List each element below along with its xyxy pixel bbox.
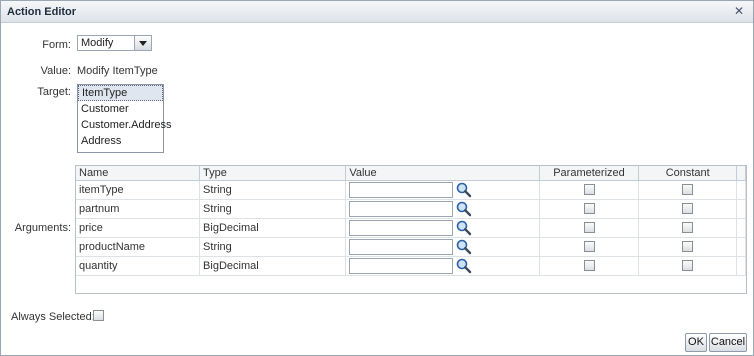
always-selected-label: Always Selected: — [11, 311, 95, 323]
arg-type: String — [199, 199, 347, 219]
target-option[interactable]: Customer.Address — [78, 117, 171, 133]
arg-name: quantity — [76, 256, 201, 276]
arg-name: itemType — [76, 180, 201, 200]
arg-type: BigDecimal — [199, 218, 347, 238]
form-select[interactable]: Modify — [77, 35, 152, 51]
arg-name: price — [76, 218, 201, 238]
constant-checkbox[interactable] — [682, 203, 694, 215]
table-row: quantity BigDecimal — [76, 256, 746, 276]
column-header-constant: Constant — [638, 166, 737, 181]
parameterized-checkbox[interactable] — [583, 222, 595, 234]
arg-value-input[interactable] — [349, 181, 454, 198]
arg-type: String — [199, 237, 347, 257]
dialog-titlebar[interactable]: Action Editor ✕ — [1, 1, 753, 23]
close-icon[interactable]: ✕ — [733, 5, 745, 17]
always-selected-checkbox[interactable] — [93, 310, 104, 321]
column-header-name: Name — [76, 166, 201, 181]
action-editor-dialog: Action Editor ✕ Form: Modify Value: Modi… — [0, 0, 754, 356]
constant-checkbox[interactable] — [682, 222, 694, 234]
arg-value-input[interactable] — [349, 257, 454, 274]
value-label: Value: — [40, 65, 71, 77]
column-header-type: Type — [199, 166, 347, 181]
table-row: productName String — [76, 237, 746, 257]
ok-button[interactable]: OK — [685, 333, 707, 352]
constant-checkbox[interactable] — [682, 184, 694, 196]
constant-checkbox[interactable] — [682, 241, 694, 253]
target-label: Target: — [37, 86, 71, 98]
arguments-label: Arguments: — [14, 222, 71, 234]
table-row: partnum String — [76, 199, 746, 219]
search-icon[interactable] — [455, 239, 473, 255]
arg-type: String — [199, 180, 347, 200]
column-header-value: Value — [345, 166, 540, 181]
parameterized-checkbox[interactable] — [583, 203, 595, 215]
arg-name: partnum — [76, 199, 201, 219]
parameterized-checkbox[interactable] — [583, 184, 595, 196]
arg-value-input[interactable] — [349, 238, 454, 255]
arg-value-input[interactable] — [349, 219, 454, 236]
search-icon[interactable] — [455, 220, 473, 236]
form-select-value: Modify — [81, 37, 114, 49]
arg-name: productName — [76, 237, 201, 257]
target-listbox[interactable]: ItemType Customer Customer.Address Addre… — [77, 84, 171, 153]
search-icon[interactable] — [455, 201, 473, 217]
parameterized-checkbox[interactable] — [583, 260, 595, 272]
target-option[interactable]: Address — [78, 133, 163, 149]
arg-value-input[interactable] — [349, 200, 454, 217]
arguments-table: Name Type Value Parameterized Constant i… — [75, 165, 747, 294]
target-option[interactable]: Customer — [78, 101, 163, 117]
cancel-button[interactable]: Cancel — [709, 333, 747, 352]
table-row: itemType String — [76, 180, 746, 200]
table-row: price BigDecimal — [76, 218, 746, 238]
parameterized-checkbox[interactable] — [583, 241, 595, 253]
value-text: Modify ItemType — [77, 65, 158, 77]
dialog-title: Action Editor — [7, 6, 77, 18]
search-icon[interactable] — [455, 182, 473, 198]
target-option[interactable]: ItemType — [78, 85, 163, 101]
search-icon[interactable] — [455, 258, 473, 274]
chevron-down-icon[interactable] — [134, 36, 151, 50]
column-header-parameterized: Parameterized — [539, 166, 640, 181]
form-label: Form: — [42, 39, 71, 51]
arg-type: BigDecimal — [199, 256, 347, 276]
column-header-filler — [736, 166, 746, 181]
constant-checkbox[interactable] — [682, 260, 694, 272]
